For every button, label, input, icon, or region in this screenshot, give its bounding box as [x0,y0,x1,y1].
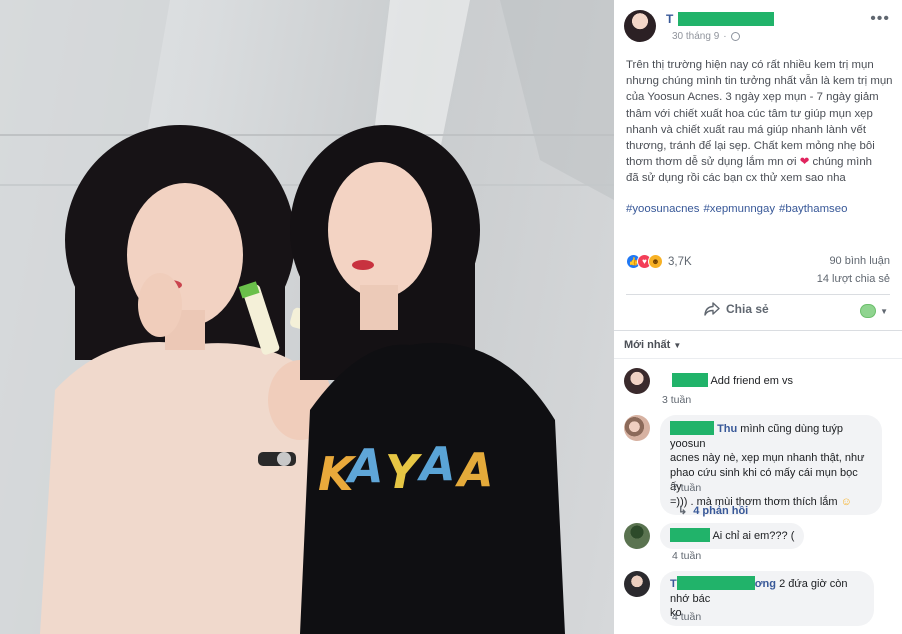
comment-time[interactable]: 3 tuần [662,394,691,406]
chevron-down-icon: ▼ [880,306,888,316]
commenter-name-suffix[interactable]: ơng [755,578,776,590]
heart-emoji-icon: ❤ [799,156,810,169]
comment-text: Add friend em vs [710,375,793,387]
post-date[interactable]: 30 tháng 9 [672,31,719,42]
emoji-icon: ☺ [840,495,852,508]
viewer-avatar [860,304,877,318]
haha-reaction-icon: ☻ [648,254,663,269]
commenter-name[interactable]: T [670,578,677,590]
reaction-count: 3,7K [668,255,692,268]
svg-text:A: A [417,437,456,491]
screen: K A Y A A T 30 tháng 9 · ••• Trên thị tr… [0,0,902,634]
commenter-name-redaction [670,421,714,435]
comments-section: Mới nhất ▼ Add friend em vs 3 tuần Thu mì… [614,330,902,634]
post-text: Trên thị trường hiện nay có rất nhiều ke… [626,59,893,169]
hashtag-link[interactable]: #baythamseo [779,203,847,215]
comment-bubble: Add friend em vs [660,368,803,394]
commenter-name[interactable]: Thu [717,423,737,435]
hashtags: #yoosunacnes #xepmunngay #baythamseo [626,203,847,215]
post-body: Trên thị trường hiện nay có rất nhiều ke… [626,57,896,187]
engagement-stats: 90 bình luận 14 lượt chia sẻ [817,252,890,288]
meta-separator: · [723,31,727,42]
post-side-panel: T 30 tháng 9 · ••• Trên thị trường hiện … [614,0,902,634]
chevron-down-icon: ▼ [673,341,682,350]
commenter-avatar[interactable] [624,571,650,597]
comment-time[interactable]: 4 tuần [672,611,701,623]
svg-text:Y: Y [385,445,423,499]
reply-arrow-icon: ↳ [678,505,688,517]
comment-time[interactable]: 4 tuần [672,550,701,562]
more-options-icon[interactable]: ••• [870,10,890,28]
author-avatar[interactable] [624,10,656,42]
post-photo[interactable]: K A Y A A [0,0,614,634]
commenter-avatar[interactable] [624,415,650,441]
svg-text:A: A [345,439,384,493]
comment-text: mình cũng dùng tuýp yoosun acnes này nè,… [670,423,865,508]
commenter-avatar[interactable] [624,368,650,394]
reaction-summary[interactable]: 👍 ♥ ☻ 3,7K [626,254,692,269]
photo-illustration: K A Y A A [0,0,614,634]
comment-bubble: Ai chỉ ai em??? ( [660,523,805,549]
comment-sort-dropdown[interactable]: Mới nhất ▼ [624,339,681,351]
author-name[interactable]: T [666,12,673,26]
commenter-name-redaction [676,576,755,590]
share-arrow-icon [704,302,720,316]
comment-text: Ai chỉ ai em??? ( [712,530,795,542]
commenter-avatar[interactable] [624,523,650,549]
hashtag-link[interactable]: #yoosunacnes [626,203,699,215]
view-replies-link[interactable]: ↳ 4 phản hồi [678,504,749,518]
post-text-continued: chúng mình [812,156,872,169]
globe-icon [730,32,740,41]
post-header: T 30 tháng 9 · ••• [614,0,902,50]
commenter-name-redaction [670,528,710,542]
divider [614,358,902,359]
replies-count: 4 phản hồi [693,504,749,517]
hashtag-link[interactable]: #xepmunngay [703,203,775,215]
commenter-name-redaction [672,373,708,387]
share-button[interactable]: Chia sẻ [704,302,769,316]
comment-bubble: Thu mình cũng dùng tuýp yoosun acnes này… [660,415,882,515]
comment-count[interactable]: 90 bình luận [817,252,890,270]
share-label: Chia sẻ [726,302,769,316]
svg-text:A: A [455,443,494,497]
comment-time[interactable]: 7 tuần [672,482,701,494]
post-meta: 30 tháng 9 · [672,31,740,42]
sort-label: Mới nhất [624,339,671,351]
share-count[interactable]: 14 lượt chia sẻ [817,270,890,288]
post-as-selector[interactable]: ▼ [860,304,888,318]
author-name-redaction [678,12,774,26]
divider [626,294,890,295]
post-text-end: đã sử dụng rồi các bạn cx thử xem sao nh… [626,172,846,185]
